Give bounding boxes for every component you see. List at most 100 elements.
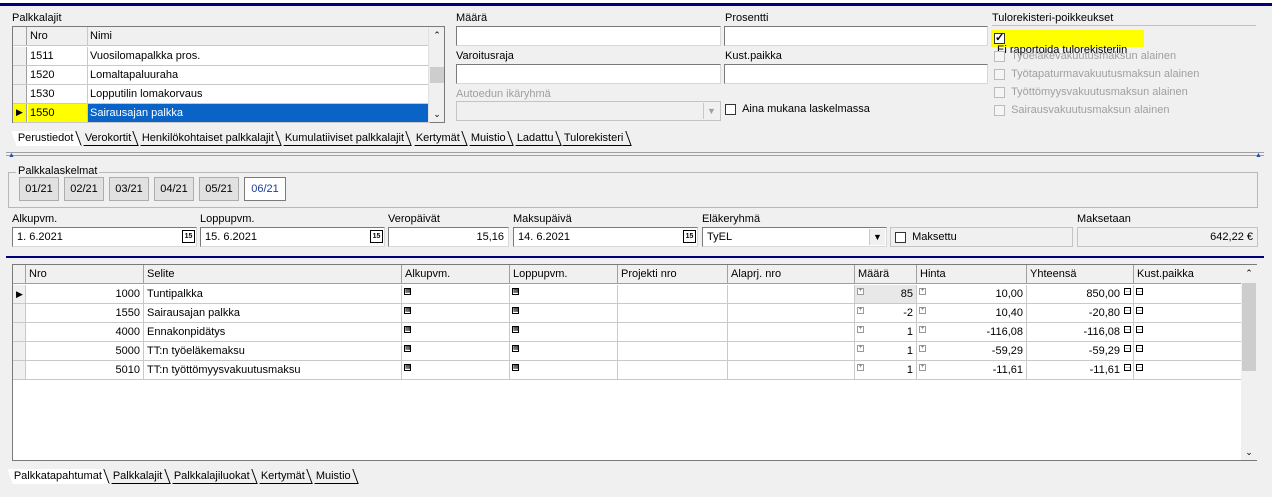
ellipsis-icon[interactable]: … [1136, 345, 1143, 352]
chevron-down-icon[interactable]: ▼ [869, 229, 885, 245]
scroll-thumb[interactable] [430, 67, 444, 83]
row-selite[interactable]: Tuntipalkka [144, 285, 402, 304]
row-yhteensa[interactable]: … -11,61 [1027, 361, 1134, 380]
tab-ladattu[interactable]: Ladattu [509, 131, 562, 146]
scroll-down-icon[interactable]: ⌄ [429, 106, 445, 122]
ellipsis-icon[interactable]: … [1124, 364, 1131, 371]
row-maara[interactable]: +1 [855, 342, 917, 361]
expand-icon[interactable]: + [919, 364, 926, 371]
expand-icon[interactable]: + [857, 288, 864, 295]
tulorekisteri-item-ei-raportoida[interactable]: Ei raportoida tulorekisteriin [991, 30, 1144, 56]
row-yhteensa[interactable]: … -116,08 [1027, 323, 1134, 342]
row-maara[interactable]: +1 [855, 323, 917, 342]
row-maara[interactable]: +85 [855, 285, 917, 304]
tab-muistio[interactable]: Muistio [464, 131, 514, 146]
row-nro[interactable]: 1550 [26, 304, 144, 323]
varoitusraja-field[interactable] [456, 64, 721, 84]
expand-icon[interactable]: + [919, 326, 926, 333]
row-hinta[interactable]: + -59,29 [917, 342, 1027, 361]
row-nro[interactable]: 4000 [26, 323, 144, 342]
calendar-icon[interactable]: ▦ [512, 288, 519, 295]
ellipsis-icon[interactable]: … [1136, 326, 1143, 333]
ellipsis-icon[interactable]: … [1136, 364, 1143, 371]
expand-icon[interactable]: + [857, 326, 864, 333]
kustpaikka-field[interactable] [724, 64, 988, 84]
row-loppupvm[interactable]: ▦ [510, 285, 618, 304]
calendar-icon[interactable]: 15 [683, 230, 696, 243]
tab-palkkatapahtumat[interactable]: Palkkatapahtumat [7, 469, 110, 484]
row-maara[interactable]: + -2 [855, 304, 917, 323]
expand-icon[interactable]: + [857, 364, 864, 371]
table-row[interactable]: 1550 Sairausajan palkka ▦ ▦ + -2 +10,40 … -20,80… [13, 304, 1242, 323]
row-loppupvm[interactable]: ▦ [510, 342, 618, 361]
expand-icon[interactable]: + [919, 307, 926, 314]
ellipsis-icon[interactable]: … [1136, 288, 1143, 295]
calendar-icon[interactable]: ▦ [512, 326, 519, 333]
autoedun-select[interactable]: ▼ [456, 101, 721, 121]
calendar-icon[interactable]: ▦ [404, 307, 411, 314]
scroll-up-icon[interactable]: ⌃ [429, 27, 445, 43]
loppupvm-field[interactable]: 15. 6.2021 15 [200, 227, 385, 247]
row-yhteensa[interactable]: … -59,29 [1027, 342, 1134, 361]
row-projekti[interactable] [618, 361, 728, 380]
ellipsis-icon[interactable]: … [1124, 288, 1131, 295]
checkbox-checked-icon[interactable] [994, 31, 1005, 45]
row-alaprj[interactable] [728, 304, 855, 323]
row-alkupvm[interactable]: ▦ [402, 342, 510, 361]
row-projekti[interactable] [618, 342, 728, 361]
row-hinta[interactable]: +10,00 [917, 285, 1027, 304]
palkkalajit-scrollbar[interactable]: ⌃ ⌄ [428, 27, 444, 122]
ellipsis-icon[interactable]: … [1124, 345, 1131, 352]
row-kustpaikka[interactable]: … [1134, 285, 1242, 304]
calendar-icon[interactable]: 15 [182, 230, 195, 243]
period-button-03-21[interactable]: 03/21 [109, 177, 149, 201]
column-selite[interactable]: Selite [144, 265, 402, 284]
row-loppupvm[interactable]: ▦ [510, 304, 618, 323]
row-alkupvm[interactable]: ▦ [402, 361, 510, 380]
row-alaprj[interactable] [728, 361, 855, 380]
calendar-icon[interactable]: ▦ [404, 345, 411, 352]
row-alkupvm[interactable]: ▦ [402, 323, 510, 342]
column-alkupvm[interactable]: Alkupvm. [402, 265, 510, 284]
row-alaprj[interactable] [728, 342, 855, 361]
palkkalaji-row[interactable]: 1530 Lopputilin lomakorvaus [13, 85, 430, 104]
column-yhteensa[interactable]: Yhteensä [1027, 265, 1134, 284]
period-button-06-21[interactable]: 06/21 [244, 177, 286, 201]
period-button-05-21[interactable]: 05/21 [199, 177, 239, 201]
row-alkupvm[interactable]: ▦ [402, 304, 510, 323]
tab-tulorekisteri[interactable]: Tulorekisteri [557, 131, 632, 146]
checkbox-icon[interactable] [895, 231, 906, 243]
tab-kumulatiiviset[interactable]: Kumulatiiviset palkkalajit [278, 131, 413, 146]
row-kustpaikka[interactable]: … [1134, 342, 1242, 361]
column-kustpaikka[interactable]: Kust.paikka [1134, 265, 1242, 284]
tab-verokortit[interactable]: Verokortit [77, 131, 139, 146]
palkkatapahtumat-table[interactable]: Nro Selite Alkupvm. Loppupvm. Projekti n… [12, 264, 1257, 461]
expand-icon[interactable]: + [919, 345, 926, 352]
ellipsis-icon[interactable]: … [1124, 307, 1131, 314]
expand-icon[interactable]: + [919, 288, 926, 295]
column-maara[interactable]: Määrä [855, 265, 917, 284]
row-hinta[interactable]: + -116,08 [917, 323, 1027, 342]
elakeryhma-select[interactable]: TyEL ▼ [702, 227, 887, 247]
palkkalaji-row[interactable]: 1511 Vuosilomapalkka pros. [13, 47, 430, 66]
column-nro[interactable]: Nro [28, 27, 88, 45]
tab-kertymat[interactable]: Kertymät [408, 131, 468, 146]
calendar-icon[interactable]: 15 [370, 230, 383, 243]
row-yhteensa[interactable]: … 850,00 [1027, 285, 1134, 304]
ellipsis-icon[interactable]: … [1136, 307, 1143, 314]
calendar-icon[interactable]: ▦ [512, 307, 519, 314]
table-row[interactable]: 5000 TT:n työeläkemaksu ▦ ▦ +1 + -59,29… -59,29… [13, 342, 1242, 361]
splitter[interactable] [6, 152, 1264, 156]
tab-kertymat[interactable]: Kertymät [253, 469, 313, 484]
row-loppupvm[interactable]: ▦ [510, 361, 618, 380]
row-hinta[interactable]: +10,40 [917, 304, 1027, 323]
column-alaprj-nro[interactable]: Alaprj. nro [728, 265, 855, 284]
table-scrollbar[interactable]: ⌃ ⌄ [1241, 265, 1257, 460]
row-selite[interactable]: Ennakonpidätys [144, 323, 402, 342]
period-button-01-21[interactable]: 01/21 [19, 177, 59, 201]
calendar-icon[interactable]: ▦ [404, 326, 411, 333]
palkkalajit-grid[interactable]: Nro Nimi 1511 Vuosilomapalkka pros. 1520… [12, 26, 445, 123]
calendar-icon[interactable]: ▦ [512, 345, 519, 352]
ellipsis-icon[interactable]: … [1124, 326, 1131, 333]
splitter[interactable] [6, 256, 1264, 259]
